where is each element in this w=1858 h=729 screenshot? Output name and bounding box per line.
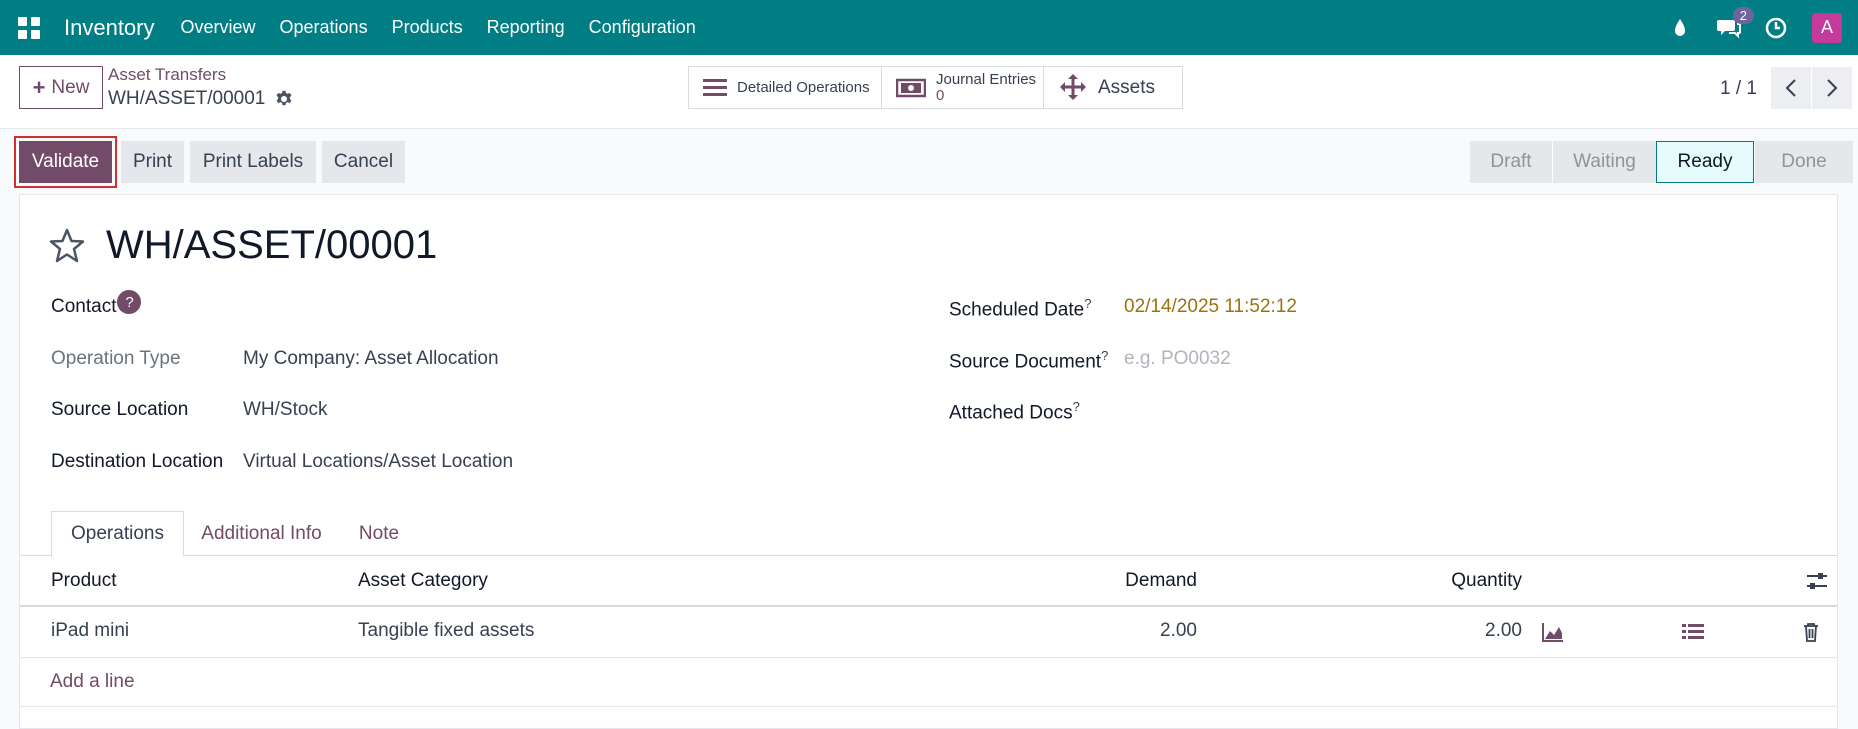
- contact-label: Contact?: [51, 290, 142, 318]
- apps-icon[interactable]: [18, 16, 40, 39]
- source-document-label: Source Document?: [949, 348, 1108, 373]
- status-waiting[interactable]: Waiting: [1552, 141, 1656, 183]
- assets-button[interactable]: Assets: [1043, 66, 1183, 109]
- cancel-button[interactable]: Cancel: [322, 141, 405, 183]
- detailed-operations-label: Detailed Operations: [737, 79, 870, 96]
- journal-entries-count: 0: [936, 86, 945, 104]
- row-asset-category[interactable]: Tangible fixed assets: [358, 620, 534, 642]
- source-document-label-text: Source Document: [949, 351, 1102, 373]
- new-button-label: New: [51, 76, 90, 98]
- row-demand[interactable]: 2.00: [1020, 620, 1197, 642]
- plus-icon: +: [32, 74, 46, 100]
- journal-entries-button[interactable]: Journal Entries 0: [881, 66, 1044, 109]
- assets-label: Assets: [1098, 76, 1156, 98]
- status-ready[interactable]: Ready: [1656, 141, 1754, 183]
- chevron-right-icon: [1827, 79, 1838, 97]
- record-title: WH/ASSET/00001: [106, 223, 438, 267]
- table-row[interactable]: iPad mini Tangible fixed assets 2.00 2.0…: [20, 607, 1837, 658]
- messages-badge: 2: [1732, 6, 1754, 24]
- attached-docs-help[interactable]: ?: [1073, 399, 1080, 414]
- menu-reporting[interactable]: Reporting: [487, 17, 565, 38]
- gear-icon[interactable]: [275, 90, 293, 108]
- messages-icon[interactable]: 2: [1716, 6, 1754, 40]
- pager-next-button[interactable]: [1812, 67, 1852, 109]
- app-brand[interactable]: Inventory: [64, 15, 155, 41]
- contact-label-text: Contact: [51, 296, 117, 317]
- attached-docs-label: Attached Docs?: [949, 399, 1080, 424]
- source-document-input[interactable]: e.g. PO0032: [1124, 348, 1231, 370]
- scheduled-date-field[interactable]: 02/14/2025 11:52:12: [1124, 296, 1297, 318]
- journal-entries-text: Journal Entries 0: [936, 70, 1037, 104]
- tab-operations[interactable]: Operations: [51, 511, 184, 557]
- menu-overview[interactable]: Overview: [181, 17, 256, 38]
- forecast-chart-icon[interactable]: [1542, 622, 1564, 642]
- menu-products[interactable]: Products: [392, 17, 463, 38]
- tab-additional-info[interactable]: Additional Info: [184, 511, 339, 556]
- breadcrumb-current: WH/ASSET/00001: [108, 88, 293, 110]
- scheduled-date-label: Scheduled Date?: [949, 296, 1091, 321]
- move-arrows-icon: [1060, 73, 1086, 100]
- trash-icon[interactable]: [1803, 622, 1819, 642]
- notebook-tabs: Operations Additional Info Note: [20, 511, 1837, 557]
- operation-type-label: Operation Type: [51, 348, 181, 369]
- table-header: Product Asset Category Demand Quantity: [20, 556, 1837, 607]
- user-avatar[interactable]: A: [1812, 12, 1842, 43]
- source-document-help[interactable]: ?: [1101, 348, 1108, 363]
- print-labels-button[interactable]: Print Labels: [190, 141, 316, 183]
- form-sheet: WH/ASSET/00001 Contact? Operation Type M…: [19, 194, 1838, 729]
- star-icon[interactable]: [49, 228, 85, 264]
- debug-icon[interactable]: [1668, 16, 1692, 40]
- header-quantity[interactable]: Quantity: [1320, 570, 1522, 592]
- optional-columns-icon[interactable]: [1806, 571, 1828, 591]
- destination-location-field[interactable]: Virtual Locations/Asset Location: [243, 451, 513, 473]
- status-draft[interactable]: Draft: [1470, 141, 1552, 183]
- tab-note[interactable]: Note: [339, 511, 419, 556]
- pager-value[interactable]: 1 / 1: [1720, 78, 1757, 100]
- action-bar: Validate Print Print Labels Cancel Draft…: [0, 129, 1858, 193]
- money-icon: [896, 78, 926, 97]
- detailed-operations-button[interactable]: Detailed Operations: [688, 66, 882, 109]
- scheduled-date-label-text: Scheduled Date: [949, 299, 1085, 321]
- add-line-link[interactable]: Add a line: [50, 671, 135, 693]
- print-button[interactable]: Print: [121, 141, 184, 183]
- row-quantity[interactable]: 2.00: [1320, 620, 1522, 642]
- details-list-icon[interactable]: [1682, 622, 1704, 642]
- row-product[interactable]: iPad mini: [51, 620, 129, 642]
- header-demand[interactable]: Demand: [1020, 570, 1197, 592]
- add-line-row: Add a line: [20, 658, 1837, 707]
- journal-entries-label: Journal Entries: [936, 70, 1037, 88]
- top-navbar: Inventory Overview Operations Products R…: [0, 0, 1858, 55]
- pager-previous-button[interactable]: [1771, 67, 1811, 109]
- new-button[interactable]: + New: [19, 66, 103, 109]
- breadcrumb: Asset Transfers WH/ASSET/00001: [108, 65, 293, 110]
- header-product[interactable]: Product: [51, 570, 116, 592]
- control-panel: + New Asset Transfers WH/ASSET/00001 Deta…: [0, 55, 1858, 129]
- chevron-left-icon: [1785, 79, 1796, 97]
- menu-configuration[interactable]: Configuration: [589, 17, 696, 38]
- operation-type-field[interactable]: My Company: Asset Allocation: [243, 348, 499, 370]
- source-location-label: Source Location: [51, 399, 189, 420]
- destination-location-label: Destination Location: [51, 451, 224, 472]
- help-circle-icon[interactable]: ?: [117, 290, 142, 314]
- operations-table: Product Asset Category Demand Quantity i…: [20, 556, 1837, 707]
- status-bar: Draft Waiting Ready Done: [1470, 141, 1853, 183]
- breadcrumb-current-label: WH/ASSET/00001: [108, 88, 266, 109]
- menu-operations[interactable]: Operations: [280, 17, 368, 38]
- scheduled-date-help[interactable]: ?: [1084, 296, 1091, 311]
- list-icon: [703, 78, 727, 96]
- header-asset-category[interactable]: Asset Category: [358, 570, 488, 592]
- validate-button[interactable]: Validate: [14, 136, 117, 188]
- source-location-field[interactable]: WH/Stock: [243, 399, 327, 421]
- attached-docs-label-text: Attached Docs: [949, 402, 1073, 424]
- status-done[interactable]: Done: [1754, 141, 1853, 183]
- breadcrumb-parent[interactable]: Asset Transfers: [108, 65, 293, 85]
- activity-clock-icon[interactable]: [1764, 16, 1788, 40]
